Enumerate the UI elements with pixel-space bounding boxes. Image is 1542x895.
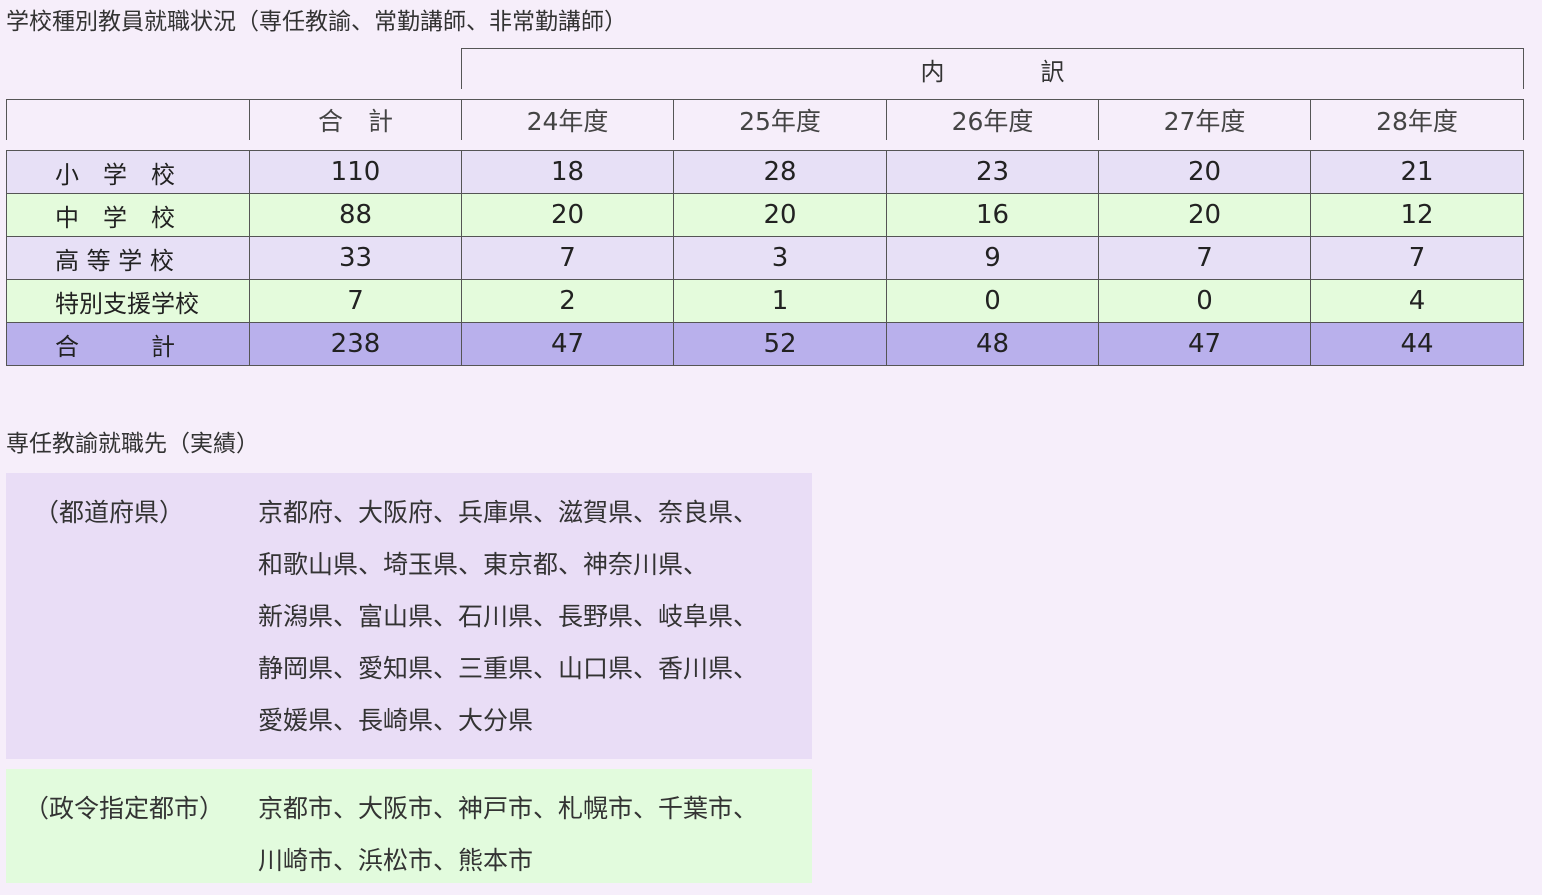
header-total: 合 計 [249,99,462,140]
table-cell: 47 [461,322,674,366]
table-cell: 7 [461,236,674,280]
table-cell: 21 [1310,150,1524,194]
table-cell: 238 [249,322,462,366]
table-cell: 0 [886,279,1099,323]
row-label: 小 学 校 [6,150,250,194]
table-cell: 7 [1310,236,1524,280]
table-cell: 47 [1098,322,1311,366]
row-label: 特別支援学校 [6,279,250,323]
table-cell: 7 [1098,236,1311,280]
prefectures-label: （都道府県） [34,498,185,527]
breakdown-label: 内 訳 [920,57,1101,86]
table-cell: 18 [461,150,674,194]
table-cell: 1 [673,279,887,323]
table-cell: 23 [886,150,1099,194]
table-header-row: 合 計 24年度 25年度 26年度 27年度 28年度 [6,99,1524,140]
list-item: 川崎市、浜松市、熊本市 [258,846,534,875]
table-cell: 20 [461,193,674,237]
list-item: 京都市、大阪市、神戸市、札幌市、千葉市、 [258,794,759,823]
employment-status-title: 学校種別教員就職状況（専任教諭、常勤講師、非常勤講師） [6,9,627,35]
table-row: 中 学 校 88 20 20 16 20 12 [6,193,1524,237]
cities-label: （政令指定都市） [24,794,225,823]
table-cell: 28 [673,150,887,194]
row-label: 合 計 [6,322,250,366]
table-cell: 0 [1098,279,1311,323]
cities-box: （政令指定都市） 京都市、大阪市、神戸市、札幌市、千葉市、 川崎市、浜松市、熊本… [6,769,812,883]
table-row: 高 等 学 校 33 7 3 9 7 7 [6,236,1524,280]
row-label: 中 学 校 [6,193,250,237]
table-cell: 7 [249,279,462,323]
destinations-title: 専任教諭就職先（実績） [6,431,259,457]
breakdown-header: 内 訳 [461,48,1524,89]
row-label: 高 等 学 校 [6,236,250,280]
table-cell: 33 [249,236,462,280]
header-blank-cell [6,99,250,140]
prefectures-box: （都道府県） 京都府、大阪府、兵庫県、滋賀県、奈良県、 和歌山県、埼玉県、東京都… [6,473,812,759]
prefectures-list: 京都府、大阪府、兵庫県、滋賀県、奈良県、 和歌山県、埼玉県、東京都、神奈川県、 … [258,473,812,759]
table-cell: 9 [886,236,1099,280]
header-year-24: 24年度 [461,99,674,140]
table-cell: 2 [461,279,674,323]
list-item: 和歌山県、埼玉県、東京都、神奈川県、 [258,550,709,579]
list-item: 愛媛県、長崎県、大分県 [258,706,534,735]
table-cell: 16 [886,193,1099,237]
table-cell: 20 [1098,193,1311,237]
header-year-26: 26年度 [886,99,1099,140]
table-cell: 110 [249,150,462,194]
table-row: 特別支援学校 7 2 1 0 0 4 [6,279,1524,323]
header-year-27: 27年度 [1098,99,1311,140]
table-cell: 3 [673,236,887,280]
list-item: 静岡県、愛知県、三重県、山口県、香川県、 [258,654,759,683]
table-cell: 12 [1310,193,1524,237]
header-year-25: 25年度 [673,99,887,140]
list-item: 京都府、大阪府、兵庫県、滋賀県、奈良県、 [258,498,759,527]
table-cell: 52 [673,322,887,366]
employment-table: 合 計 24年度 25年度 26年度 27年度 28年度 小 学 校 110 1… [6,99,1524,366]
table-row: 小 学 校 110 18 28 23 20 21 [6,150,1524,194]
header-year-28: 28年度 [1310,99,1524,140]
table-cell: 20 [673,193,887,237]
table-total-row: 合 計 238 47 52 48 47 44 [6,322,1524,366]
table-cell: 88 [249,193,462,237]
table-cell: 4 [1310,279,1524,323]
table-cell: 20 [1098,150,1311,194]
table-cell: 48 [886,322,1099,366]
cities-list: 京都市、大阪市、神戸市、札幌市、千葉市、 川崎市、浜松市、熊本市 [258,769,812,883]
list-item: 新潟県、富山県、石川県、長野県、岐阜県、 [258,602,759,631]
table-cell: 44 [1310,322,1524,366]
